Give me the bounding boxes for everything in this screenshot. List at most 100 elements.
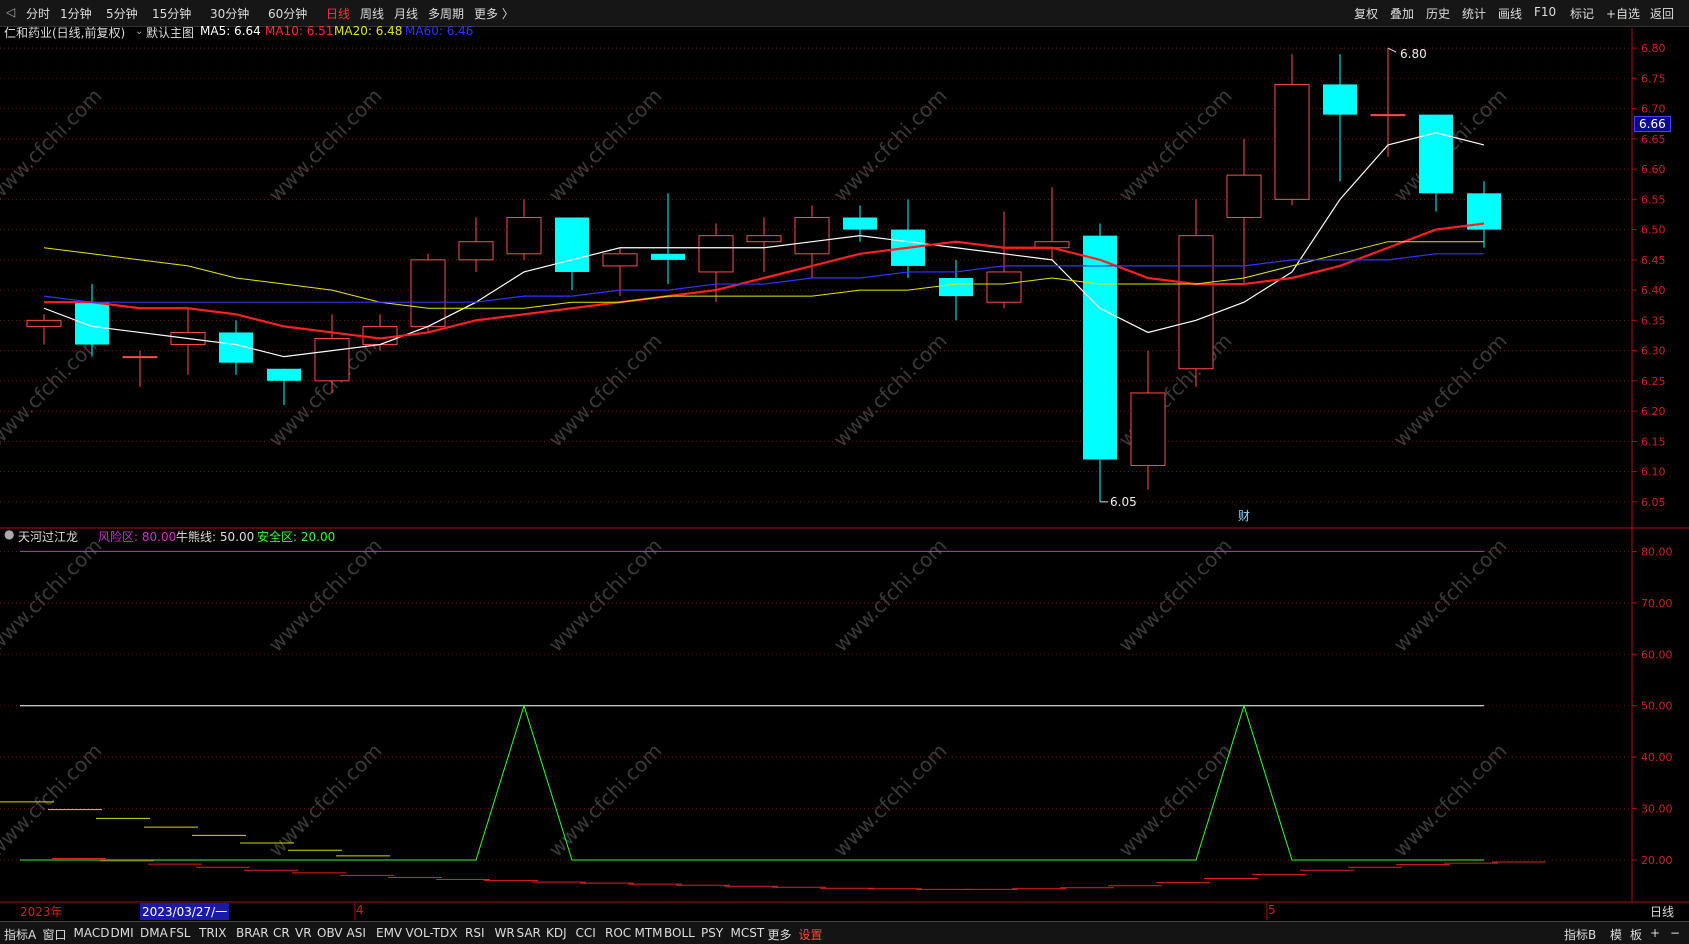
- safe-zone-label: 安全区: 20.00: [257, 530, 336, 544]
- indicator-tab-13[interactable]: VOL-TDX: [406, 926, 458, 940]
- price-tick-label: 6.65: [1641, 133, 1666, 146]
- indicator-tab-0[interactable]: 指标A: [4, 926, 36, 943]
- candle-body-5: [267, 368, 301, 381]
- indicator-tab-25[interactable]: 设置: [799, 926, 823, 943]
- indicator-tab-20[interactable]: MTM: [635, 926, 663, 940]
- price-tick-label: 6.40: [1641, 284, 1666, 297]
- right-tab-1[interactable]: 模: [1610, 926, 1622, 943]
- price-tick-label: 6.45: [1641, 254, 1666, 267]
- indicator-tab-22[interactable]: PSY: [701, 926, 723, 940]
- watermark-14: www.cfchi.com: [544, 534, 667, 657]
- indicator-tab-21[interactable]: BOLL: [664, 926, 695, 940]
- candle-body-27: [1323, 84, 1357, 115]
- price-tick-label: 6.05: [1641, 496, 1666, 509]
- watermark-0: www.cfchi.com: [0, 84, 107, 207]
- candle-body-24: [1178, 235, 1214, 370]
- signal-line: [20, 704, 1484, 861]
- period-label: 日线: [1650, 905, 1675, 919]
- price-tick-label: 6.35: [1641, 314, 1666, 327]
- current-price-tag: 6.66: [1634, 116, 1671, 132]
- ma60-label: MA60: 6.46: [405, 24, 474, 38]
- indicator-tab-15[interactable]: WR: [495, 926, 515, 940]
- indicator-tab-11[interactable]: ASI: [347, 926, 366, 940]
- template-label[interactable]: 默认主图: [146, 24, 194, 41]
- indicator-tab-19[interactable]: ROC: [605, 926, 631, 940]
- indicator-tab-18[interactable]: CCI: [576, 926, 596, 940]
- month-label-4: 4: [356, 903, 364, 917]
- candle-body-26: [1274, 83, 1310, 200]
- indicator-tick-label: 80.00: [1641, 545, 1673, 558]
- candle-body-13: [651, 253, 685, 260]
- ma20-label: MA20: 6.48: [334, 24, 403, 38]
- right-tab-3[interactable]: +: [1650, 926, 1660, 940]
- template-dropdown-icon: ⌄: [135, 26, 144, 37]
- price-tick-label: 6.20: [1641, 405, 1666, 418]
- indicator-name[interactable]: 天河过江龙: [18, 528, 78, 545]
- watermark-15: www.cfchi.com: [829, 534, 952, 657]
- indicator-tab-8[interactable]: CR: [273, 926, 290, 940]
- stock-title-text: 仁和药业(日线,前复权): [4, 26, 126, 40]
- candle-body-1: [75, 302, 109, 345]
- indicator-collapse-icon[interactable]: ●: [4, 527, 14, 541]
- candle-body-20: [986, 271, 1022, 303]
- stock-title[interactable]: 仁和药业(日线,前复权): [4, 24, 125, 41]
- watermark-13: www.cfchi.com: [264, 534, 387, 657]
- indicator-tab-14[interactable]: RSI: [465, 926, 485, 940]
- price-tick-label: 6.15: [1641, 435, 1666, 448]
- indicator-tab-2[interactable]: MACD: [74, 926, 110, 940]
- indicator-tick-label: 60.00: [1641, 648, 1673, 661]
- watermark-18: www.cfchi.com: [0, 739, 107, 862]
- price-tick-label: 6.75: [1641, 72, 1666, 85]
- candle-body-19: [939, 278, 973, 297]
- candle-body-25: [1226, 174, 1262, 218]
- candle-body-10: [506, 217, 542, 255]
- indicator-tab-16[interactable]: SAR: [517, 926, 541, 940]
- indicator-tab-4[interactable]: DMA: [140, 926, 168, 940]
- candle-body-23: [1130, 392, 1166, 467]
- price-tick-label: 6.60: [1641, 163, 1666, 176]
- candle-body-28: [1370, 114, 1406, 117]
- indicator-tick-label: 30.00: [1641, 803, 1673, 816]
- indicator-tab-7[interactable]: BRAR: [236, 926, 269, 940]
- indicator-tab-6[interactable]: TRIX: [199, 926, 226, 940]
- watermark-11: www.cfchi.com: [1389, 329, 1512, 452]
- template-label-text: 默认主图: [146, 26, 195, 40]
- watermark-9: www.cfchi.com: [829, 329, 952, 452]
- year-label: 2023年: [20, 905, 63, 919]
- risk-zone-label: 风险区: 80.00: [98, 530, 177, 544]
- indicator-tab-24[interactable]: 更多: [768, 926, 792, 943]
- right-tab-4[interactable]: −: [1670, 926, 1680, 940]
- indicator-tab-12[interactable]: EMV: [376, 926, 402, 940]
- high-arrow-icon: [1387, 47, 1397, 53]
- indicator-tab-17[interactable]: KDJ: [546, 926, 567, 940]
- candle-body-16: [794, 217, 830, 255]
- ma10-label: MA10: 6.51: [265, 24, 334, 38]
- watermark-8: www.cfchi.com: [544, 329, 667, 452]
- right-tab-0[interactable]: 指标B: [1564, 926, 1596, 943]
- month-label-5: 5: [1268, 903, 1276, 917]
- candle-body-9: [458, 241, 494, 261]
- indicator-tab-9[interactable]: VR: [295, 926, 312, 940]
- bull-bear-label: 牛熊线: 50.00: [176, 530, 255, 544]
- right-tab-2[interactable]: 板: [1630, 926, 1642, 943]
- indicator-tab-3[interactable]: DMI: [111, 926, 134, 940]
- price-tick-label: 6.50: [1641, 224, 1666, 237]
- indicator-tab-bar: 指标A 窗口 MACD DMI DMA FSL TRIX BRAR CR VR OBV ASI EMV V…: [0, 921, 1689, 944]
- watermark-21: www.cfchi.com: [829, 739, 952, 862]
- indicator-tick-label: 20.00: [1641, 854, 1673, 867]
- price-tick-label: 6.25: [1641, 375, 1666, 388]
- financial-report-marker: 财: [1238, 509, 1250, 523]
- candle-body-17: [843, 217, 877, 230]
- chart-template-icon[interactable]: ⌄: [135, 23, 143, 37]
- watermark-17: www.cfchi.com: [1389, 534, 1512, 657]
- high-price-label: 6.80: [1400, 47, 1427, 61]
- watermark-2: www.cfchi.com: [544, 84, 667, 207]
- indicator-tab-1[interactable]: 窗口: [43, 926, 67, 943]
- chart-canvas: www.cfchi.com www.cfchi.com www.cfchi.com w…: [0, 28, 1689, 920]
- indicator-tab-5[interactable]: FSL: [170, 926, 191, 940]
- candle-body-15: [746, 235, 782, 243]
- indicator-tick-label: 50.00: [1641, 700, 1673, 713]
- indicator-tab-10[interactable]: OBV: [317, 926, 343, 940]
- indicator-tab-23[interactable]: MCST: [731, 926, 765, 940]
- watermark-1: www.cfchi.com: [264, 84, 387, 207]
